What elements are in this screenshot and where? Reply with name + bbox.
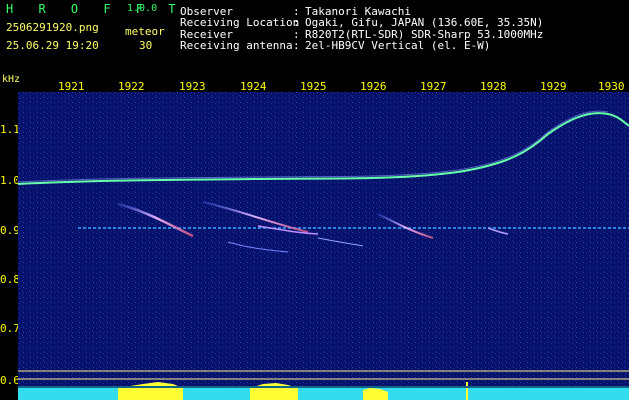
header-panel: H R O F F T 1.0.0 2506291920.png meteor … (0, 0, 629, 74)
app-version: 1.0.0 (127, 3, 158, 14)
level-bar (18, 388, 629, 400)
info-sep: : (293, 39, 300, 52)
app-name: H R O F F T (6, 2, 185, 16)
file-name: 2506291920.png (6, 21, 99, 34)
spectrogram (18, 92, 629, 400)
y-tick: 1.0 (0, 174, 20, 187)
y-tick: 0.7 (0, 322, 20, 335)
y-tick: 0.9 (0, 224, 20, 237)
info-label-antenna: Receiving antenna (180, 39, 293, 52)
info-value-antenna: 2el-HB9CV Vertical (el. E-W) (305, 39, 491, 52)
y-tick: 1.1 (0, 123, 20, 136)
meteor-count: 30 (139, 39, 153, 52)
date-time: 25.06.29 19:20 (6, 39, 99, 52)
noise-background (18, 92, 629, 400)
y-tick: 0.8 (0, 273, 20, 286)
meteor-label: meteor (125, 25, 165, 38)
y-tick: 0.6 (0, 374, 20, 387)
axis-unit: kHz (2, 74, 21, 85)
